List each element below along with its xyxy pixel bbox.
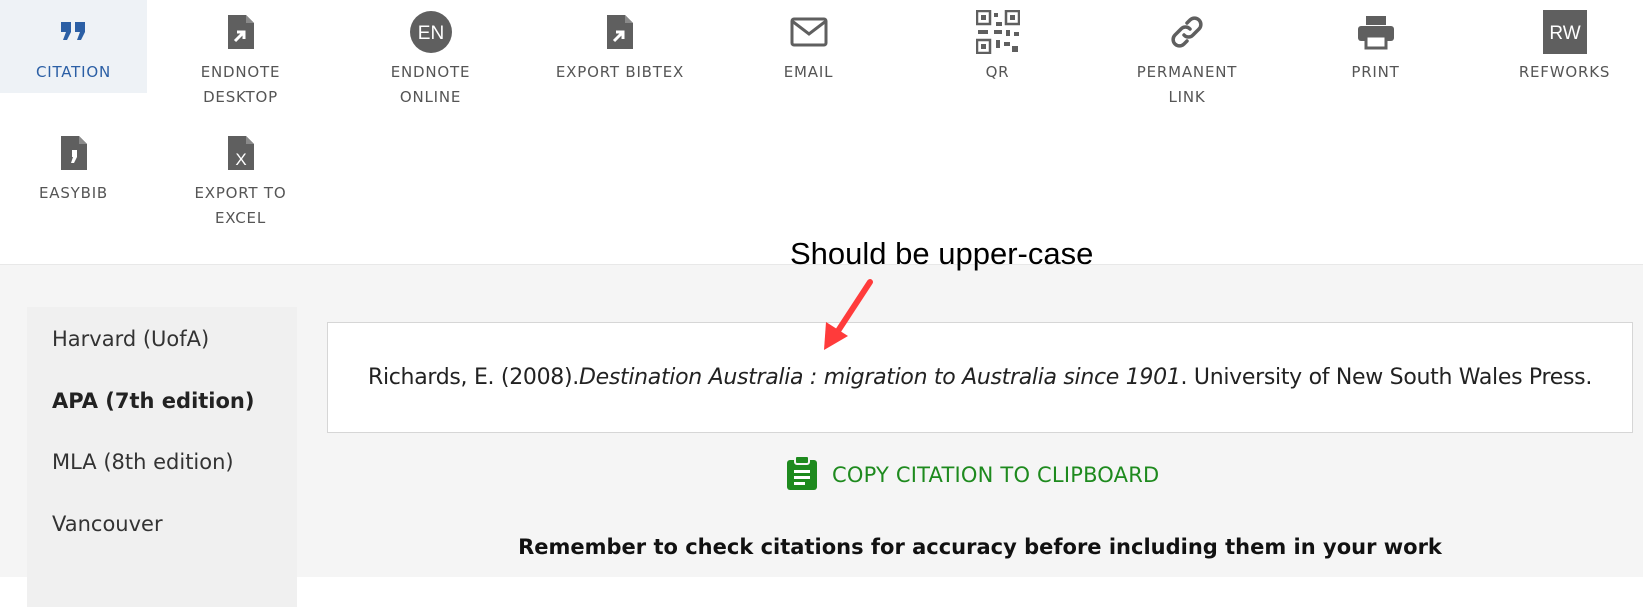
tool-permanent-link[interactable]: PERMANENT LINK bbox=[1112, 0, 1262, 110]
tool-label: CITATION bbox=[35, 63, 111, 81]
tool-label: EASYBIB bbox=[38, 184, 109, 202]
tool-label: EXPORT BIBTEX bbox=[555, 63, 685, 81]
citation-style-list: Harvard (UofA) APA (7th edition) MLA (8t… bbox=[27, 307, 297, 607]
printer-icon bbox=[1356, 10, 1396, 54]
endnote-badge-text: EN bbox=[417, 23, 443, 44]
tool-export-bibtex[interactable]: EXPORT BIBTEX bbox=[526, 0, 714, 85]
refworks-icon: RW bbox=[1542, 10, 1587, 54]
qr-code-icon bbox=[975, 10, 1020, 54]
tool-citation[interactable]: CITATION bbox=[0, 0, 147, 93]
endnote-desktop-icon bbox=[226, 10, 256, 54]
style-vancouver[interactable]: Vancouver bbox=[52, 512, 163, 536]
citation-title: Destination Australia : migration to Aus… bbox=[578, 365, 1181, 390]
accuracy-reminder: Remember to check citations for accuracy… bbox=[518, 535, 1442, 559]
tool-endnote-online[interactable]: EN ENDNOTE ONLINE bbox=[357, 0, 504, 110]
tool-qr[interactable]: QR bbox=[924, 0, 1071, 85]
style-apa[interactable]: APA (7th edition) bbox=[52, 389, 254, 413]
export-bibtex-icon bbox=[605, 10, 635, 54]
endnote-online-icon: EN bbox=[409, 10, 453, 54]
tool-label: PERMANENT LINK bbox=[1136, 63, 1238, 106]
citation-toolbar: CITATION ENDNOTE DESKTOP EN ENDNOTE ONLI… bbox=[0, 0, 1643, 265]
tool-export-excel[interactable]: X EXPORT TO EXCEL bbox=[167, 121, 314, 231]
tool-label: EXPORT TO EXCEL bbox=[194, 184, 287, 227]
tool-label: PRINT bbox=[1351, 63, 1400, 81]
tool-email[interactable]: EMAIL bbox=[735, 0, 882, 85]
tool-label: ENDNOTE ONLINE bbox=[390, 63, 471, 106]
style-mla[interactable]: MLA (8th edition) bbox=[52, 450, 234, 474]
citation-author-year: Richards, E. (2008). bbox=[367, 365, 579, 390]
tool-label: REFWORKS bbox=[1518, 63, 1611, 81]
annotation-text: Should be upper-case bbox=[790, 236, 1094, 271]
citation-text-box[interactable]: Richards, E. (2008). Destination Austral… bbox=[327, 322, 1633, 433]
refworks-badge-text: RW bbox=[1549, 23, 1580, 44]
tool-label: ENDNOTE DESKTOP bbox=[200, 63, 281, 106]
citation-publisher: . University of New South Wales Press. bbox=[1180, 365, 1593, 390]
quote-icon bbox=[59, 10, 89, 54]
easybib-icon bbox=[59, 131, 89, 175]
tool-refworks[interactable]: RW REFWORKS bbox=[1491, 0, 1638, 85]
tool-easybib[interactable]: EASYBIB bbox=[0, 121, 147, 206]
envelope-icon bbox=[790, 10, 828, 54]
link-icon bbox=[1169, 10, 1205, 54]
excel-badge-text: X bbox=[235, 150, 246, 169]
copy-citation-label: COPY CITATION TO CLIPBOARD bbox=[832, 463, 1160, 487]
tool-label: QR bbox=[985, 63, 1010, 81]
excel-icon: X bbox=[226, 131, 256, 175]
tool-label: EMAIL bbox=[783, 63, 834, 81]
style-harvard[interactable]: Harvard (UofA) bbox=[52, 327, 209, 351]
annotation-arrow-icon bbox=[824, 279, 873, 350]
tool-print[interactable]: PRINT bbox=[1302, 0, 1449, 85]
clipboard-icon bbox=[786, 454, 818, 496]
copy-citation-button[interactable]: COPY CITATION TO CLIPBOARD bbox=[786, 454, 1160, 496]
tool-endnote-desktop[interactable]: ENDNOTE DESKTOP bbox=[167, 0, 314, 110]
